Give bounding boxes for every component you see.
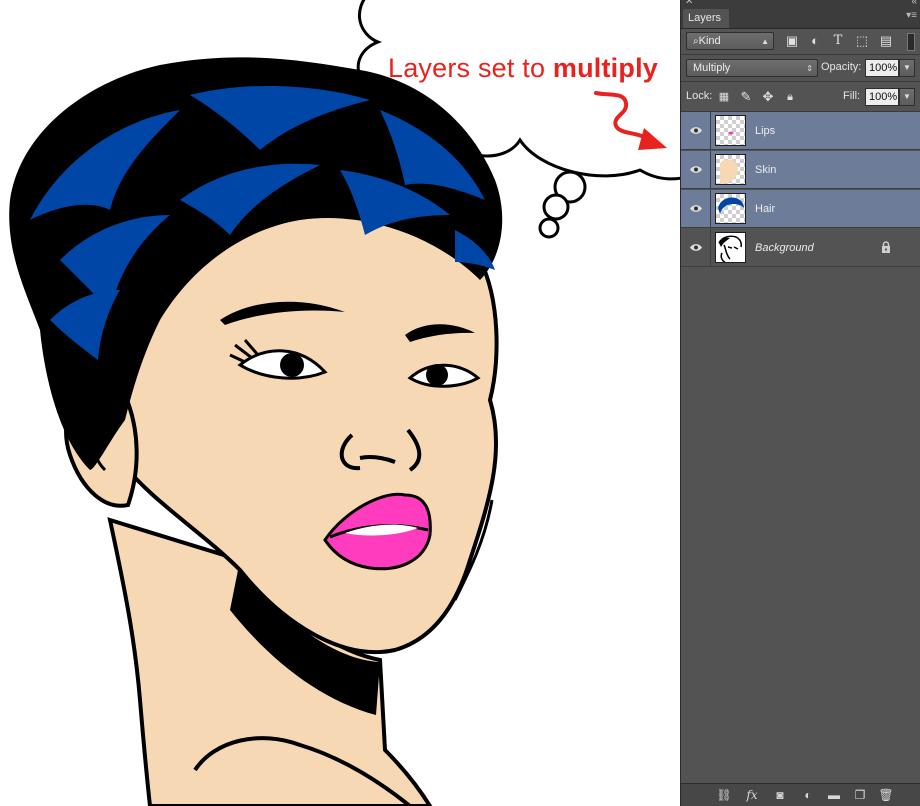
delete-layer-trash-icon[interactable]: 🗑︎ xyxy=(877,787,895,803)
filter-shape-layers-icon[interactable]: ⬚ xyxy=(853,32,871,50)
layer-row-background[interactable]: Background xyxy=(681,229,920,267)
layer-row-lips[interactable]: Lips xyxy=(681,112,920,150)
eye-icon xyxy=(690,166,702,173)
layer-name[interactable]: Lips xyxy=(755,112,775,150)
layer-name[interactable]: Skin xyxy=(755,151,776,189)
fill-slider-button[interactable]: ▼ xyxy=(899,88,915,106)
new-adjustment-layer-icon[interactable]: ◐ xyxy=(799,787,817,803)
collapse-panel-icon[interactable]: « xyxy=(911,0,917,7)
close-panel-icon[interactable]: ✕ xyxy=(685,0,693,7)
filter-type-layers-icon[interactable]: T xyxy=(829,32,847,50)
new-group-folder-icon[interactable]: ▬ xyxy=(825,787,843,803)
tab-layers[interactable]: Layers xyxy=(683,9,729,28)
filter-pixel-layers-icon[interactable]: ▣ xyxy=(783,32,801,50)
divider xyxy=(681,54,920,55)
opacity-label: Opacity: xyxy=(821,61,862,73)
lock-label: Lock: xyxy=(686,90,713,102)
fill-label: Fill: xyxy=(843,90,861,102)
filter-row: ⌕Kind ▲ ▣ ◐ T ⬚ ▤ xyxy=(681,30,920,52)
lock-transparent-pixels-icon[interactable]: ▦ xyxy=(715,88,733,106)
fill-input[interactable]: 100% xyxy=(865,88,899,106)
layer-thumbnail-hair xyxy=(715,193,746,224)
lock-row: Lock: ▦ ✎ ✥ 🔒︎ Fill: 100% ▼ xyxy=(681,87,920,107)
lock-image-pixels-icon[interactable]: ✎ xyxy=(737,88,755,106)
layer-row-hair[interactable]: Hair xyxy=(681,190,920,228)
lock-all-icon[interactable]: 🔒︎ xyxy=(781,88,799,106)
lock-icon xyxy=(882,241,890,253)
layer-name[interactable]: Hair xyxy=(755,190,775,228)
panel-menu-icon[interactable]: ▾≡ xyxy=(906,10,917,21)
blend-row: Multiply ⇕ Opacity: 100% ▼ xyxy=(681,58,920,78)
layer-visibility-toggle[interactable] xyxy=(681,229,711,267)
layers-panel: ✕ « Layers ▾≡ ⌕Kind ▲ ▣ ◐ T ⬚ ▤ Multiply… xyxy=(680,0,920,806)
layers-bottom-toolbar: ⛓︎ fx ◙ ◐ ▬ ❐ 🗑︎ xyxy=(681,783,920,806)
document-canvas[interactable]: Layers set to multiply xyxy=(0,0,680,806)
divider xyxy=(681,81,920,82)
add-mask-icon[interactable]: ◙ xyxy=(771,787,789,803)
eye-icon xyxy=(690,205,702,212)
callout-text: Layers set to multiply xyxy=(388,53,658,83)
filter-toggle-switch[interactable] xyxy=(907,33,915,51)
layer-thumbnail-skin xyxy=(715,154,746,185)
panel-tab-bar: Layers ▾≡ xyxy=(681,8,920,29)
eye-icon xyxy=(690,127,702,134)
pop-art-illustration xyxy=(9,0,680,806)
layer-name[interactable]: Background xyxy=(755,229,814,267)
opacity-input[interactable]: 100% xyxy=(865,59,899,77)
layer-row-skin[interactable]: Skin xyxy=(681,151,920,189)
link-layers-icon[interactable]: ⛓︎ xyxy=(715,787,733,803)
filter-smart-objects-icon[interactable]: ▤ xyxy=(877,32,895,50)
blend-mode-dropdown[interactable]: Multiply ⇕ xyxy=(686,59,818,77)
chevron-updown-icon: ⇕ xyxy=(806,64,813,73)
layer-visibility-toggle[interactable] xyxy=(681,112,711,150)
filter-adjustment-layers-icon[interactable]: ◐ xyxy=(806,32,824,50)
layer-visibility-toggle[interactable] xyxy=(681,190,711,228)
eye-icon xyxy=(690,244,702,251)
layer-style-fx-icon[interactable]: fx xyxy=(743,787,761,803)
filter-kind-dropdown[interactable]: ⌕Kind ▲ xyxy=(686,32,774,50)
chevron-updown-icon: ▲ xyxy=(761,37,769,46)
layer-thumbnail-lips xyxy=(715,115,746,146)
layer-visibility-toggle[interactable] xyxy=(681,151,711,189)
panel-title-strip: ✕ « xyxy=(681,0,920,8)
opacity-slider-button[interactable]: ▼ xyxy=(899,59,915,77)
new-layer-icon[interactable]: ❐ xyxy=(851,787,869,803)
layer-thumbnail-background xyxy=(715,232,746,263)
lock-position-icon[interactable]: ✥ xyxy=(759,88,777,106)
